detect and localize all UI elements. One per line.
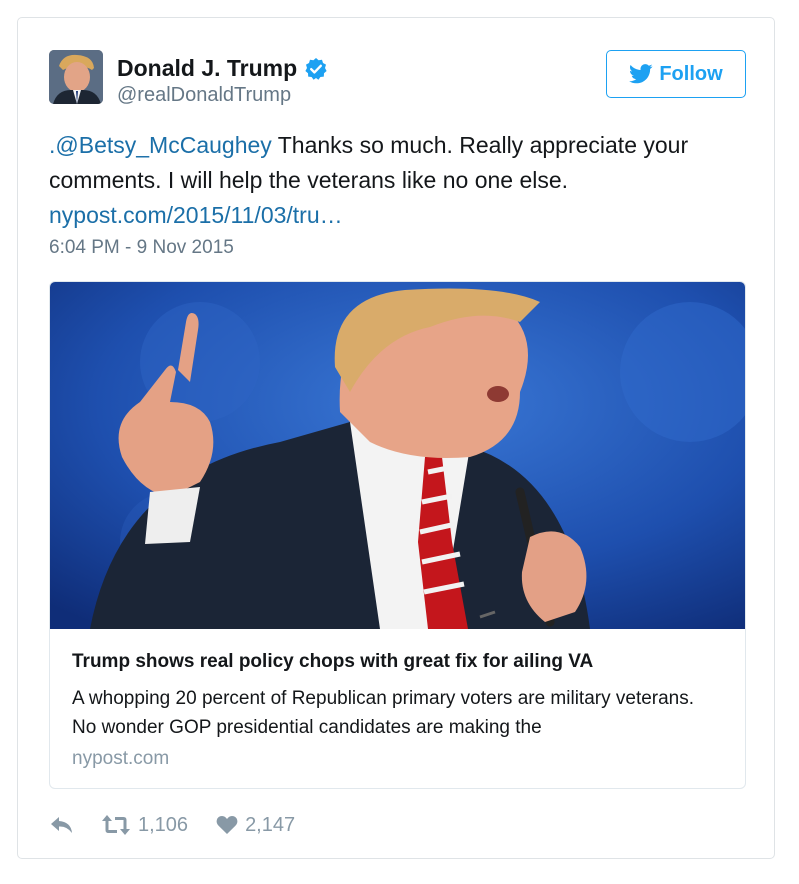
mention-link[interactable]: .@Betsy_McCaughey: [49, 132, 272, 158]
display-name[interactable]: Donald J. Trump: [117, 55, 328, 82]
reply-icon: [51, 817, 72, 833]
display-name-text[interactable]: Donald J. Trump: [117, 55, 297, 82]
tweet-url-link[interactable]: nypost.com/2015/11/03/tru…: [49, 202, 343, 228]
card-domain: nypost.com: [72, 748, 170, 769]
timestamp[interactable]: 6:04 PM - 9 Nov 2015: [49, 237, 234, 259]
tweet-card: Donald J. Trump @realDonaldTrump Follow …: [17, 17, 775, 859]
retweet-button[interactable]: 1,106: [101, 814, 188, 837]
user-handle[interactable]: @realDonaldTrump: [117, 84, 291, 107]
tweet-actions: 1,106 2,147: [49, 812, 295, 838]
reply-button[interactable]: [49, 815, 75, 835]
card-title[interactable]: Trump shows real policy chops with great…: [72, 651, 722, 673]
like-count: 2,147: [245, 813, 296, 836]
link-preview-card[interactable]: Trump shows real policy chops with great…: [49, 281, 746, 789]
card-image[interactable]: [50, 282, 745, 629]
retweet-icon: [102, 815, 130, 835]
follow-button-label: Follow: [659, 62, 723, 85]
follow-button[interactable]: Follow: [606, 50, 746, 98]
retweet-count: 1,106: [138, 813, 189, 836]
card-description: A whopping 20 percent of Republican prim…: [72, 688, 695, 738]
like-button[interactable]: 2,147: [216, 814, 295, 837]
verified-badge-icon: [305, 57, 327, 80]
avatar[interactable]: [49, 50, 103, 104]
twitter-bird-icon: [629, 64, 653, 84]
tweet-text: .@Betsy_McCaughey Thanks so much. Really…: [49, 128, 749, 233]
heart-icon: [216, 816, 238, 834]
